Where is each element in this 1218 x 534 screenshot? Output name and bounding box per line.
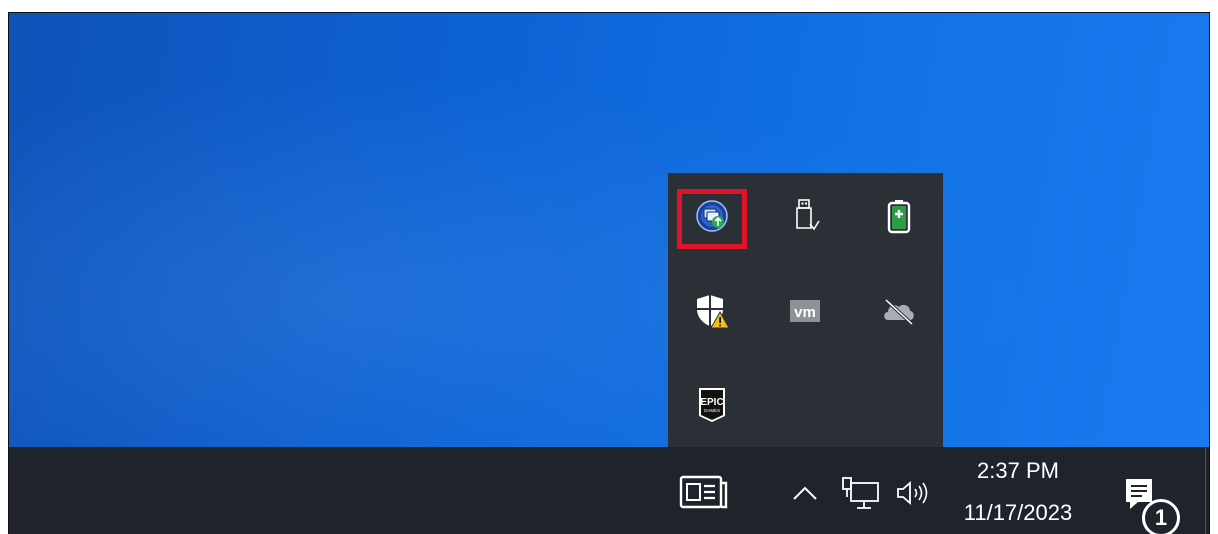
network-sharing-icon[interactable] — [692, 196, 732, 236]
volume-icon[interactable] — [893, 476, 933, 510]
vmware-icon[interactable]: vm — [785, 291, 825, 331]
notification-count-badge: 1 — [1142, 499, 1180, 534]
epic-label: EPIC — [700, 397, 723, 408]
network-icon[interactable] — [838, 474, 882, 512]
epic-games-icon[interactable]: EPIC GAMES — [692, 385, 732, 425]
show-desktop-button[interactable] — [1205, 447, 1210, 534]
windows-security-warning-icon[interactable] — [692, 291, 732, 331]
battery-icon[interactable] — [879, 196, 919, 236]
epic-sublabel: GAMES — [704, 408, 720, 413]
clock-time[interactable]: 2:37 PM — [943, 458, 1093, 484]
onedrive-offline-icon[interactable] — [879, 291, 919, 331]
usb-eject-icon[interactable] — [785, 196, 825, 236]
clock-date[interactable]: 11/17/2023 — [943, 500, 1093, 526]
vmware-label: vm — [794, 304, 816, 321]
show-hidden-icons-chevron-icon[interactable] — [788, 476, 822, 510]
news-and-interests-icon[interactable] — [676, 470, 732, 514]
